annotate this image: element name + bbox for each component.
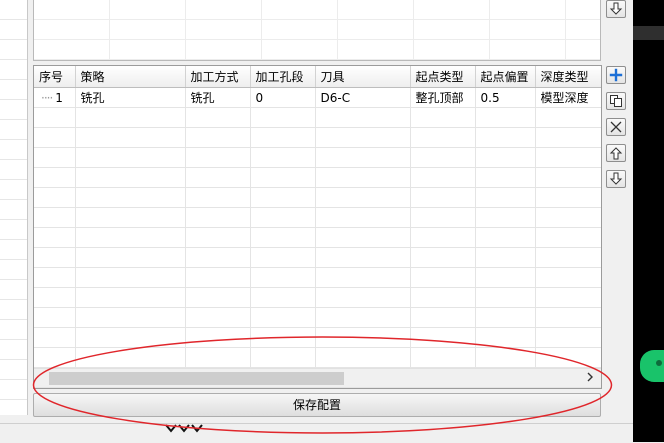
collapse-handle[interactable] xyxy=(163,421,211,435)
table-row xyxy=(34,107,601,128)
table-row xyxy=(34,227,601,248)
top-move-down-button[interactable] xyxy=(606,0,626,18)
table-row[interactable]: ···· 1 铣孔 铣孔 0 D6-C 整孔顶部 0.5 模型深度 xyxy=(34,87,601,108)
chevron-down-icon xyxy=(165,424,203,433)
table-row xyxy=(34,327,601,348)
copy-icon xyxy=(610,95,622,107)
left-list-panel xyxy=(0,0,28,415)
cell-depth-type[interactable]: 模型深度 xyxy=(535,87,601,108)
save-config-button[interactable]: 保存配置 xyxy=(33,393,601,417)
table-row xyxy=(34,187,601,208)
cell-index[interactable]: ···· 1 xyxy=(34,87,76,108)
table-row xyxy=(34,247,601,268)
status-indicator xyxy=(640,350,664,382)
chevron-right-icon xyxy=(587,372,593,382)
tree-connector-icon: ···· xyxy=(41,90,53,105)
cell-start-offset[interactable]: 0.5 xyxy=(475,87,536,108)
background-window-strip xyxy=(633,26,664,40)
upper-table-panel xyxy=(33,0,601,61)
table-row xyxy=(34,127,601,148)
status-dot xyxy=(656,360,662,366)
column-header-hole-segment[interactable]: 加工孔段 xyxy=(250,66,316,88)
column-header-start-type[interactable]: 起点类型 xyxy=(410,66,476,88)
column-header-start-offset[interactable]: 起点偏置 xyxy=(475,66,536,88)
scroll-left-arrow[interactable] xyxy=(38,371,48,385)
cell-strategy[interactable]: 铣孔 xyxy=(75,87,186,108)
add-row-button[interactable] xyxy=(606,66,626,84)
table-row xyxy=(34,207,601,228)
plus-icon xyxy=(609,68,623,82)
column-header-method[interactable]: 加工方式 xyxy=(185,66,251,88)
table-row xyxy=(34,287,601,308)
column-header-strategy[interactable]: 策略 xyxy=(75,66,186,88)
table-row xyxy=(34,167,601,188)
bottom-splitter xyxy=(0,423,633,443)
cell-start-type[interactable]: 整孔顶部 xyxy=(410,87,476,108)
move-down-button[interactable] xyxy=(606,170,626,188)
arrow-down-icon xyxy=(609,172,623,185)
arrow-up-icon xyxy=(609,147,623,160)
cell-method[interactable]: 铣孔 xyxy=(185,87,251,108)
scrollbar-thumb[interactable] xyxy=(49,372,344,385)
horizontal-scrollbar[interactable] xyxy=(34,368,601,387)
table-header-row: 序号 策略 加工方式 加工孔段 刀具 起点类型 起点偏置 深度类型 xyxy=(34,66,601,88)
table-row xyxy=(34,307,601,328)
table-row xyxy=(34,147,601,168)
scroll-right-button[interactable] xyxy=(585,370,595,384)
copy-row-button[interactable] xyxy=(606,92,626,110)
cell-tool[interactable]: D6-C xyxy=(315,87,411,108)
move-up-button[interactable] xyxy=(606,144,626,162)
cell-hole-segment[interactable]: 0 xyxy=(250,87,316,108)
cell-index-value: 1 xyxy=(55,90,63,105)
column-header-depth-type[interactable]: 深度类型 xyxy=(535,66,601,88)
table-row xyxy=(34,347,601,368)
table-row xyxy=(34,267,601,288)
strategy-table: 序号 策略 加工方式 加工孔段 刀具 起点类型 起点偏置 深度类型 ···· 1 … xyxy=(33,65,602,389)
delete-row-button[interactable] xyxy=(606,118,626,136)
x-icon xyxy=(610,121,622,133)
column-header-index[interactable]: 序号 xyxy=(34,66,76,88)
arrow-down-icon xyxy=(609,2,623,15)
column-header-tool[interactable]: 刀具 xyxy=(315,66,411,88)
